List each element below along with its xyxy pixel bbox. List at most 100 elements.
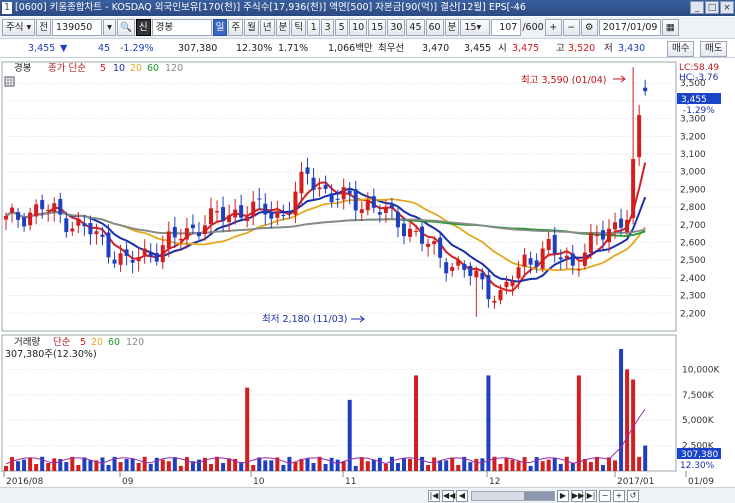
- volume-bar: [64, 462, 69, 471]
- candle-body: [227, 215, 232, 223]
- candle-body: [233, 209, 238, 218]
- period-year[interactable]: 년: [259, 19, 275, 36]
- candle-body: [64, 218, 69, 233]
- close-icon[interactable]: ×: [720, 1, 734, 14]
- volume-bar: [184, 457, 189, 471]
- chart-area[interactable]: 3,5003,4003,3003,2003,1003,0002,9002,800…: [0, 59, 735, 503]
- prev-button[interactable]: 전: [36, 19, 52, 36]
- current-price: 3,455: [28, 43, 56, 54]
- volume-bar: [281, 464, 286, 471]
- volume-bar: [444, 460, 449, 471]
- maximize-icon[interactable]: □: [705, 1, 719, 14]
- interval-3[interactable]: 3: [321, 19, 335, 36]
- low-label: 저: [604, 43, 613, 54]
- period-month[interactable]: 월: [244, 19, 259, 36]
- volume-bar: [420, 456, 425, 471]
- code-dropdown-icon[interactable]: ▾: [103, 19, 117, 36]
- interval-30[interactable]: 30: [387, 19, 406, 36]
- candle-body: [52, 203, 57, 212]
- next-page-icon[interactable]: ▶▶: [571, 490, 584, 502]
- candle-body: [154, 252, 159, 262]
- period-week[interactable]: 주: [228, 19, 244, 36]
- scroll-track[interactable]: [471, 491, 555, 501]
- volume-badge-text: 307,380: [681, 450, 718, 460]
- zoom-minus-icon[interactable]: −: [599, 490, 611, 502]
- interval-15[interactable]: 15: [368, 19, 387, 36]
- candle-body: [504, 281, 509, 288]
- last-icon[interactable]: ▶|: [585, 490, 597, 502]
- period-day[interactable]: 일: [212, 19, 228, 36]
- high-label: 고: [556, 43, 565, 54]
- volume-bar: [16, 461, 21, 471]
- volume-bar: [613, 460, 618, 471]
- volume-bar: [100, 457, 105, 471]
- search-icon[interactable]: 🔍: [117, 19, 135, 36]
- volume-bar: [118, 462, 123, 471]
- prev-page-icon[interactable]: ◀◀: [442, 490, 455, 502]
- reset-icon[interactable]: ↺: [627, 490, 639, 502]
- grid-toggle-icon[interactable]: [4, 76, 15, 87]
- volume-bar: [408, 458, 413, 471]
- price-ma-label: 종가 단순: [48, 63, 86, 74]
- price-tick-label: 2,700: [680, 221, 706, 231]
- period-minute[interactable]: 분: [275, 19, 291, 36]
- first-icon[interactable]: |◀: [428, 490, 440, 502]
- candle-body: [643, 87, 648, 92]
- candle-body: [444, 262, 449, 274]
- bar-count-input[interactable]: 107: [491, 19, 522, 36]
- candle-body: [281, 214, 286, 216]
- volume-bar: [4, 465, 8, 471]
- zoom-plus-icon[interactable]: +: [613, 490, 625, 502]
- ma120-legend: 120: [165, 63, 183, 74]
- candle-body: [209, 208, 214, 225]
- volume-bar: [486, 375, 491, 471]
- interval-minute[interactable]: 분: [444, 19, 460, 36]
- vol-ma5-legend: 5: [80, 337, 86, 348]
- chart-svg[interactable]: 3,5003,4003,3003,2003,1003,0002,9002,800…: [0, 59, 735, 487]
- candle-body: [112, 259, 117, 264]
- interval-10[interactable]: 10: [349, 19, 368, 36]
- settings-icon[interactable]: ⚙: [580, 19, 598, 36]
- market-select[interactable]: 주식 ▾: [2, 19, 36, 36]
- candle-body: [263, 203, 268, 215]
- high-price: 3,520: [568, 43, 596, 54]
- candle-body: [341, 187, 346, 200]
- scroll-left-icon[interactable]: ◀: [456, 490, 468, 502]
- volume-bar: [323, 463, 328, 471]
- candle-body: [88, 223, 93, 235]
- volume-bar: [172, 457, 177, 471]
- interval-60[interactable]: 60: [425, 19, 444, 36]
- candle-body: [498, 290, 503, 301]
- interval-5[interactable]: 5: [335, 19, 349, 36]
- interval-1[interactable]: 1: [307, 19, 321, 36]
- interval-45[interactable]: 45: [406, 19, 425, 36]
- change-value: 45: [98, 43, 111, 54]
- sell-button[interactable]: 매도: [700, 41, 728, 57]
- buy-button[interactable]: 매수: [667, 41, 695, 57]
- stock-code-input[interactable]: 139050: [52, 19, 103, 36]
- candle-body: [432, 241, 437, 245]
- calendar-icon[interactable]: ▦: [661, 19, 679, 36]
- date-input[interactable]: 2017/01/09: [598, 19, 661, 36]
- candle-body: [10, 207, 15, 213]
- volume-bar: [257, 457, 262, 471]
- chart-scrollbar[interactable]: |◀ ◀◀ ◀ ▶ ▶▶ ▶| − + ↺: [0, 487, 735, 503]
- price-tick-label: 2,800: [680, 203, 706, 213]
- window-controls: _ □ ×: [690, 1, 734, 14]
- price-panel-frame: [1, 61, 677, 332]
- volume-bar: [540, 461, 545, 471]
- volume-bar: [215, 456, 220, 471]
- candle-body: [40, 200, 45, 210]
- candle-body: [588, 232, 593, 253]
- volume-bar: [438, 460, 443, 471]
- scroll-thumb[interactable]: [524, 492, 554, 500]
- volume-tick-label: 5,000K: [682, 416, 715, 426]
- scroll-right-icon[interactable]: ▶: [557, 490, 569, 502]
- zoom-out-icon[interactable]: −: [562, 19, 580, 36]
- price-tick-label: 2,600: [680, 239, 706, 249]
- period-tick[interactable]: 틱: [291, 19, 307, 36]
- zoom-in-icon[interactable]: +: [544, 19, 562, 36]
- x-axis-label: 12: [489, 477, 500, 487]
- minimize-icon[interactable]: _: [690, 1, 704, 14]
- interval-select[interactable]: 15▾: [460, 19, 491, 36]
